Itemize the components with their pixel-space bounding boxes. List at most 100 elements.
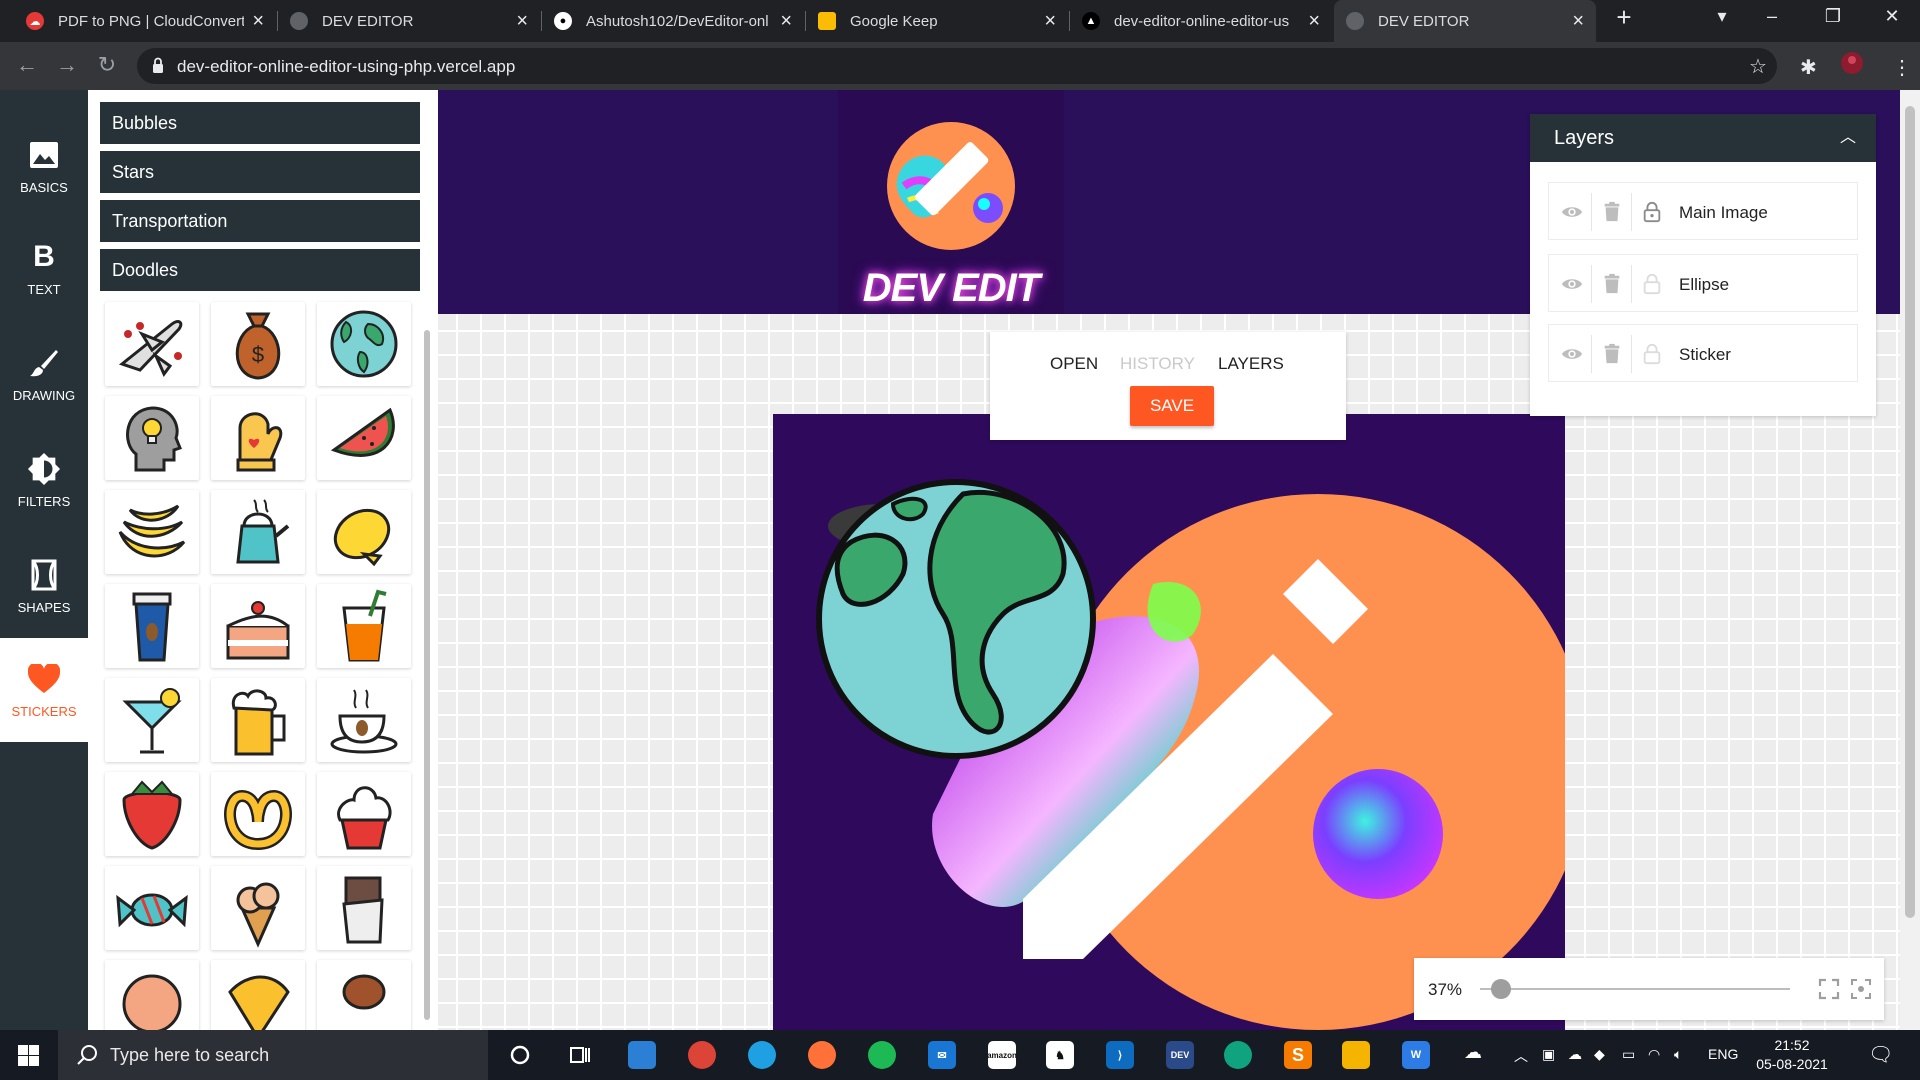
volume-icon[interactable]: 🔈︎ bbox=[1674, 1046, 1682, 1063]
dinosaur-app-icon[interactable]: ♞ bbox=[1046, 1041, 1074, 1069]
trash-icon[interactable] bbox=[1601, 343, 1623, 365]
nav-drawing[interactable]: DRAWING bbox=[0, 322, 88, 426]
onedrive-icon[interactable]: ☁ bbox=[1568, 1046, 1582, 1063]
browser-tab-active[interactable]: DEV EDITOR × bbox=[1334, 0, 1596, 42]
nav-basics[interactable]: BASICS bbox=[0, 114, 88, 218]
bookmark-star-icon[interactable]: ☆ bbox=[1749, 54, 1767, 79]
cortana-icon[interactable] bbox=[506, 1041, 534, 1069]
nav-filters[interactable]: FILTERS bbox=[0, 428, 88, 532]
nav-stickers[interactable]: STICKERS bbox=[0, 638, 88, 742]
meet-now-icon[interactable]: ▣ bbox=[1542, 1046, 1555, 1063]
layer-row-sticker[interactable]: Sticker bbox=[1548, 324, 1858, 382]
zoom-slider-thumb[interactable] bbox=[1491, 979, 1512, 999]
eye-icon[interactable] bbox=[1561, 201, 1583, 223]
notification-icon[interactable]: 🗨︎ bbox=[1868, 1042, 1893, 1067]
browser-tab[interactable]: DEV EDITOR × bbox=[278, 0, 540, 42]
menu-dots-icon[interactable]: ⋮ bbox=[1892, 55, 1912, 80]
browser-tab[interactable]: ▲ dev-editor-online-editor-us × bbox=[1070, 0, 1332, 42]
mail-icon[interactable]: ✉ bbox=[928, 1041, 956, 1069]
history-button[interactable]: HISTORY bbox=[1120, 354, 1195, 374]
unlock-icon[interactable] bbox=[1641, 343, 1663, 365]
forward-icon[interactable]: → bbox=[53, 52, 81, 80]
sticker-strawberry[interactable] bbox=[105, 772, 199, 856]
chrome-icon[interactable] bbox=[688, 1041, 716, 1069]
amazon-icon[interactable]: amazon bbox=[987, 1041, 1017, 1069]
sticker-bananas[interactable] bbox=[105, 490, 199, 574]
ai-app-icon[interactable] bbox=[1224, 1041, 1252, 1069]
close-icon[interactable]: × bbox=[516, 11, 528, 31]
layer-row-main-image[interactable]: Main Image bbox=[1548, 182, 1858, 240]
save-button[interactable]: SAVE bbox=[1130, 386, 1214, 426]
sticker-airplane[interactable] bbox=[105, 302, 199, 386]
chevron-up-icon[interactable]: ︿ bbox=[1840, 114, 1856, 162]
nav-shapes[interactable]: SHAPES bbox=[0, 534, 88, 638]
close-window-icon[interactable]: ✕ bbox=[1872, 6, 1912, 27]
layers-button[interactable]: LAYERS bbox=[1218, 354, 1284, 374]
sticker-globe[interactable] bbox=[317, 302, 411, 386]
sublime-icon[interactable]: S bbox=[1284, 1041, 1312, 1069]
sticker-beer-mug[interactable] bbox=[211, 678, 305, 762]
category-doodles[interactable]: Doodles bbox=[100, 249, 420, 291]
page-scrollbar-thumb[interactable] bbox=[1905, 106, 1915, 918]
desktop-app-icon[interactable] bbox=[628, 1041, 656, 1069]
trash-icon[interactable] bbox=[1601, 273, 1623, 295]
layers-header[interactable]: Layers ︿ bbox=[1530, 114, 1876, 162]
fullscreen-icon[interactable] bbox=[1818, 978, 1840, 1000]
back-icon[interactable]: ← bbox=[13, 52, 41, 80]
taskbar-search-box[interactable]: Type here to search bbox=[58, 1030, 488, 1080]
sticker-pretzel[interactable] bbox=[211, 772, 305, 856]
sticker-chicken-leg[interactable] bbox=[317, 960, 411, 1030]
sticker-money-bag[interactable]: $ bbox=[211, 302, 305, 386]
page-scrollbar[interactable] bbox=[1900, 90, 1920, 1030]
new-tab-icon[interactable]: + bbox=[1604, 2, 1644, 33]
fit-to-screen-icon[interactable] bbox=[1850, 978, 1872, 1000]
minimize-icon[interactable]: – bbox=[1752, 6, 1792, 27]
language-indicator[interactable]: ENG bbox=[1708, 1046, 1738, 1062]
close-icon[interactable]: × bbox=[780, 11, 792, 31]
windows-start-icon[interactable] bbox=[18, 1045, 39, 1066]
browser-tab[interactable]: ☁ PDF to PNG | CloudConvert × bbox=[14, 0, 276, 42]
close-icon[interactable]: × bbox=[1308, 11, 1320, 31]
file-explorer-icon[interactable] bbox=[1342, 1041, 1370, 1069]
panel-scrollbar[interactable] bbox=[424, 330, 430, 1020]
battery-icon[interactable]: ▭ bbox=[1622, 1046, 1635, 1063]
close-icon[interactable]: × bbox=[1044, 11, 1056, 31]
lock-icon[interactable] bbox=[1641, 201, 1663, 223]
extensions-icon[interactable]: ✱ bbox=[1800, 55, 1817, 80]
zoom-slider-track[interactable] bbox=[1480, 988, 1790, 990]
editor-canvas[interactable] bbox=[773, 414, 1565, 1030]
category-stars[interactable]: Stars bbox=[100, 151, 420, 193]
dropbox-icon[interactable]: ◆ bbox=[1594, 1046, 1605, 1063]
browser-tab[interactable]: ● Ashutosh102/DevEditor-onl × bbox=[542, 0, 804, 42]
profile-avatar-icon[interactable] bbox=[1840, 51, 1864, 81]
sticker-kettle[interactable] bbox=[211, 490, 305, 574]
unlock-icon[interactable] bbox=[1641, 273, 1663, 295]
sticker-juice-glass[interactable] bbox=[317, 584, 411, 668]
sticker-pizza-slice[interactable] bbox=[211, 960, 305, 1030]
word-app-icon[interactable]: W bbox=[1402, 1041, 1430, 1069]
sticker-idea-head[interactable] bbox=[105, 396, 199, 480]
spotify-icon[interactable] bbox=[868, 1041, 896, 1069]
wifi-icon[interactable]: ◠ bbox=[1648, 1046, 1660, 1063]
vscode-icon[interactable]: ⟩ bbox=[1106, 1041, 1134, 1069]
dev-app-icon[interactable]: DEV bbox=[1166, 1041, 1194, 1069]
address-bar[interactable]: dev-editor-online-editor-using-php.verce… bbox=[137, 48, 1777, 84]
eye-icon[interactable] bbox=[1561, 343, 1583, 365]
restore-icon[interactable]: ❐ bbox=[1813, 6, 1853, 27]
sticker-coffee-cup[interactable] bbox=[105, 584, 199, 668]
reload-icon[interactable]: ↻ bbox=[93, 52, 121, 80]
sticker-cocktail[interactable] bbox=[105, 678, 199, 762]
firefox-icon[interactable] bbox=[808, 1041, 836, 1069]
open-button[interactable]: OPEN bbox=[1050, 354, 1098, 374]
eye-icon[interactable] bbox=[1561, 273, 1583, 295]
sticker-lemon[interactable] bbox=[317, 490, 411, 574]
sticker-watermelon[interactable] bbox=[317, 396, 411, 480]
nav-text[interactable]: B TEXT bbox=[0, 216, 88, 320]
sticker-chocolate-bar[interactable] bbox=[317, 866, 411, 950]
sticker-candy[interactable] bbox=[105, 866, 199, 950]
task-view-icon[interactable] bbox=[566, 1041, 594, 1069]
browser-tab[interactable]: Google Keep × bbox=[806, 0, 1068, 42]
system-clock[interactable]: 21:52 05-08-2021 bbox=[1752, 1036, 1832, 1074]
close-icon[interactable]: × bbox=[1572, 11, 1584, 31]
layer-row-ellipse[interactable]: Ellipse bbox=[1548, 254, 1858, 312]
